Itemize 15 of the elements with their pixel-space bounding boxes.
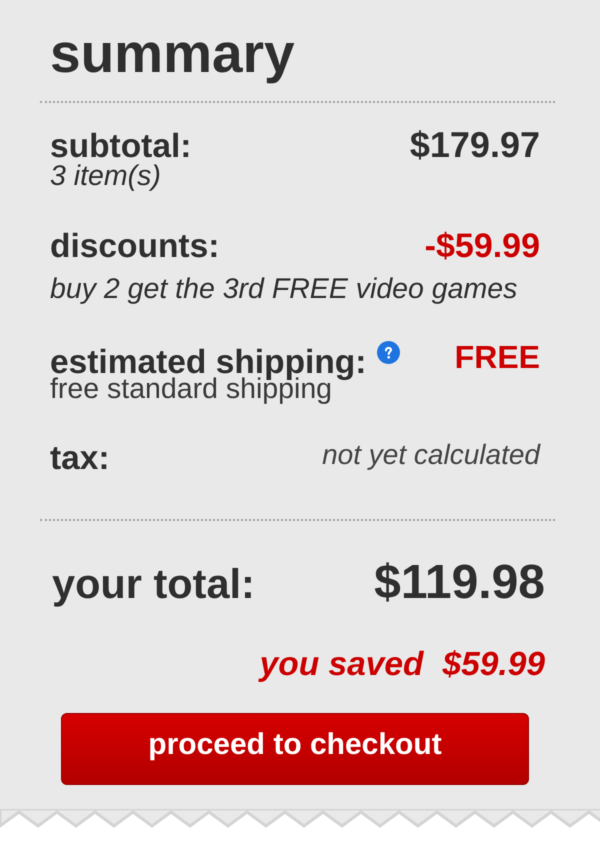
tax-status: not yet calculated bbox=[322, 438, 540, 472]
tax-label: tax: bbox=[50, 441, 110, 477]
promotion-text: buy 2 get the 3rd FREE video games bbox=[50, 274, 518, 304]
shipping-price: FREE bbox=[454, 339, 540, 375]
summary-heading: summary bbox=[50, 26, 295, 81]
savings-label: you saved bbox=[260, 647, 424, 683]
discount-amount: -$59.99 bbox=[424, 228, 540, 264]
total-label: your total: bbox=[52, 562, 255, 606]
help-icon[interactable] bbox=[377, 341, 400, 364]
savings-amount: $59.99 bbox=[442, 647, 545, 683]
checkout-button[interactable]: proceed to checkout bbox=[61, 713, 529, 785]
subtotal-label: subtotal: bbox=[50, 129, 192, 165]
subtotal-amount: $179.97 bbox=[410, 127, 540, 163]
total-amount: $119.98 bbox=[374, 559, 545, 607]
discounts-label: discounts: bbox=[50, 229, 220, 265]
